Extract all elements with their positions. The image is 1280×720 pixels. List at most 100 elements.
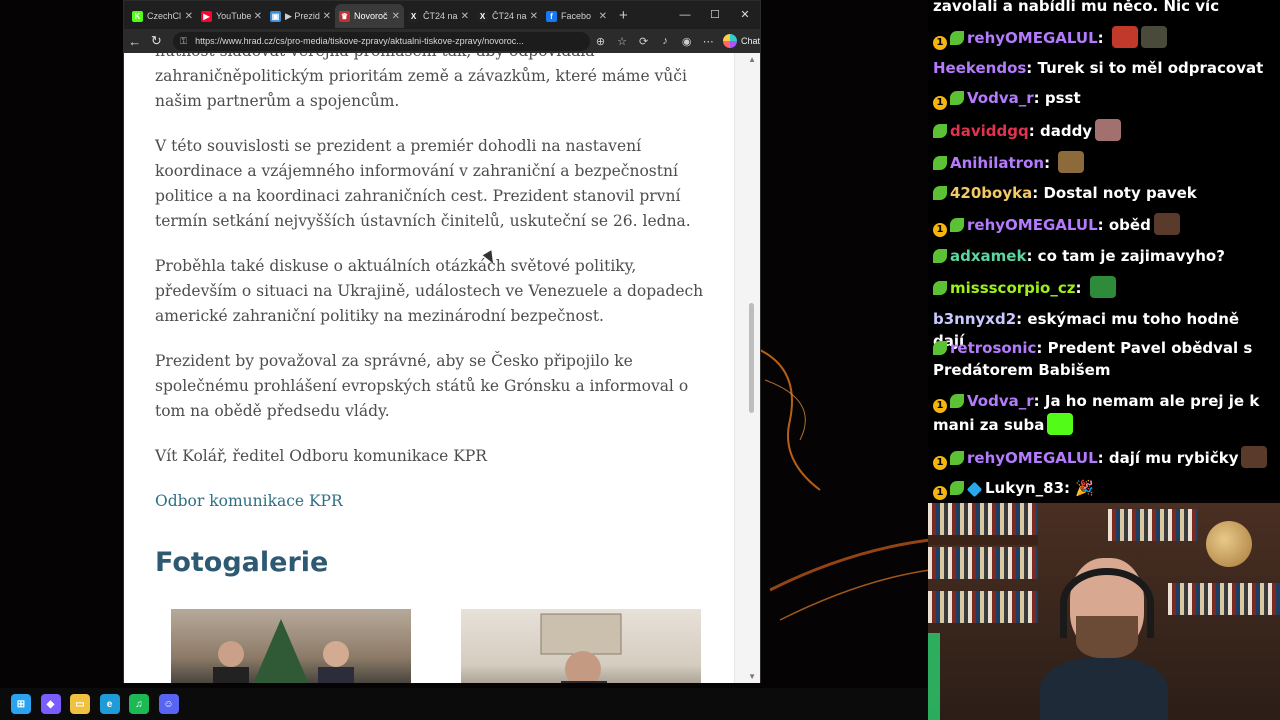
chat-username[interactable]: Vodva_r [967,392,1034,410]
bookshelf [928,503,1038,535]
hrad-crest-icon: ♛ [339,10,350,22]
favorite-star-icon[interactable]: ☆ [611,35,633,48]
tab-close-icon[interactable]: ✕ [530,11,538,22]
tab-close-icon[interactable]: ✕ [254,11,262,22]
leaf-badge-icon [933,249,947,263]
copilot-chat-button[interactable]: Chat [723,34,760,48]
chat-separator: : [1097,216,1109,234]
chat-username[interactable]: rehyOMEGALUL [967,216,1098,234]
chat-separator: : [1028,122,1040,140]
chat-text: oběd [1108,216,1151,234]
tab-close-icon[interactable]: ✕ [461,11,469,22]
windows-start-icon[interactable]: ⊞ [11,694,31,714]
chat-emote-icon [1058,151,1085,173]
chat-separator: : [1097,449,1109,467]
back-icon[interactable]: ← [124,34,146,49]
maximize-icon[interactable]: ☐ [700,1,730,29]
new-tab-button[interactable]: + [619,7,628,24]
app-icon: ▣ [270,10,281,22]
chat-separator: : [1036,339,1048,357]
chat-message: 1 Vodva_r: psst [933,87,1273,110]
subscriber-badge-icon: 1 [933,96,947,110]
browser-tab[interactable]: f Facebo ✕ [542,4,611,28]
browser-tab[interactable]: X ČT24 na ✕ [473,4,542,28]
edge-icon[interactable]: e [99,694,120,714]
chat-username[interactable]: Vodva_r [967,89,1034,107]
address-toolbar: ← ↻ ⚿ https://www.hrad.cz/cs/pro-media/t… [124,29,760,53]
chat-label: Chat [741,36,761,46]
chat-username[interactable]: Anihilatron [950,154,1044,172]
chat-message: Anihilatron: [933,151,1273,174]
browser-tab[interactable]: ▣ ▶ Prezid ✕ [266,4,335,28]
tab-close-icon[interactable]: ✕ [392,11,400,22]
leaf-badge-icon [950,451,964,465]
chat-username[interactable]: adxamek [950,247,1026,265]
browser-tab[interactable]: ▶ YouTube ✕ [197,4,266,28]
copilot-icon[interactable]: ◆ [40,694,61,714]
discord-icon[interactable]: ☺ [158,694,179,714]
reload-icon[interactable]: ↻ [146,33,168,49]
bookshelf [928,535,1038,545]
department-link[interactable]: Odbor komunikace KPR [155,489,715,514]
tab-close-icon[interactable]: ✕ [323,11,331,22]
chat-username[interactable]: missscorpio_cz [950,279,1075,297]
chat-separator: : [1044,154,1056,172]
spotify-icon[interactable]: ♫ [129,694,149,714]
chat-username[interactable]: 420boyka [950,184,1032,202]
close-icon[interactable]: ✕ [730,1,760,29]
chat-username[interactable]: rehyOMEGALUL [967,29,1098,47]
tab-bar: K CzechCl ✕ ▶ YouTube ✕ ▣ ▶ Prezid ✕ ♛ Novoroč ✕ X ČT… [124,1,760,29]
gallery-title: Fotogalerie [155,547,329,578]
chat-separator: : [1033,392,1045,410]
x-icon: X [477,10,488,22]
chat-message: retrosonic: Predent Pavel obědval s Pred… [933,337,1273,381]
minimize-icon[interactable]: — [670,1,700,29]
chat-separator: : [1033,89,1045,107]
browser-tab[interactable]: ♛ Novoroč ✕ [335,4,404,28]
tab-close-icon[interactable]: ✕ [185,11,193,22]
chat-emote-icon [1111,26,1138,48]
leaf-badge-icon [950,394,964,408]
profile-avatar[interactable]: ◉ [676,35,698,48]
browser-window: K CzechCl ✕ ▶ YouTube ✕ ▣ ▶ Prezid ✕ ♛ Novoroč ✕ X ČT… [123,0,761,683]
collections-icon[interactable]: ♪ [654,35,676,47]
chat-separator: : [1075,279,1087,297]
chat-message: missscorpio_cz: [933,276,1273,299]
leaf-badge-icon [933,186,947,200]
chat-username[interactable]: Lukyn_83 [985,479,1064,497]
tab-close-icon[interactable]: ✕ [599,11,607,22]
site-info-icon[interactable]: ⚿ [180,32,187,51]
streamer-body [1040,658,1168,720]
article-paragraph: Prezident by považoval za správné, aby s… [155,352,689,420]
page-scrollbar[interactable]: ▲ ▼ [734,53,760,683]
scrollbar-thumb[interactable] [749,303,754,413]
browser-tab[interactable]: K CzechCl ✕ [128,4,197,28]
chat-username[interactable]: b3nnyxd2 [933,310,1016,328]
zoom-icon[interactable]: ⊕ [590,35,612,48]
chat-username[interactable]: retrosonic [950,339,1036,357]
bookshelf [928,591,1038,623]
more-menu-icon[interactable]: ⋯ [697,35,719,48]
photo-christmas-tree [213,619,354,683]
leaf-badge-icon [933,156,947,170]
chat-username[interactable]: rehyOMEGALUL [967,449,1098,467]
browser-tab[interactable]: X ČT24 na ✕ [404,4,473,28]
article-paragraph: Proběhla také diskuse o aktuálních otázk… [155,257,704,325]
article-body: nutnost sladovat veřejná prohlášení tak,… [155,53,715,534]
leaf-badge-icon [950,481,964,495]
facebook-icon: f [546,10,557,22]
address-bar[interactable]: ⚿ https://www.hrad.cz/cs/pro-media/tisko… [173,31,590,51]
gallery-photo[interactable] [461,609,701,683]
extensions-icon[interactable]: ⟳ [633,35,655,48]
web-page: nutnost sladovat veřejná prohlášení tak,… [124,53,734,683]
gallery-photo[interactable] [171,609,411,683]
scroll-down-icon[interactable]: ▼ [748,672,756,681]
chat-username[interactable]: Heekendos [933,59,1026,77]
file-explorer-icon[interactable]: ▭ [70,694,90,714]
photo-portrait [540,613,622,683]
tab-label: ČT24 na [423,11,458,21]
youtube-icon: ▶ [201,10,212,22]
chat-username[interactable]: daviddgq [950,122,1029,140]
chat-message: 420boyka: Dostal noty pavek [933,182,1273,204]
scroll-up-icon[interactable]: ▲ [748,55,756,64]
